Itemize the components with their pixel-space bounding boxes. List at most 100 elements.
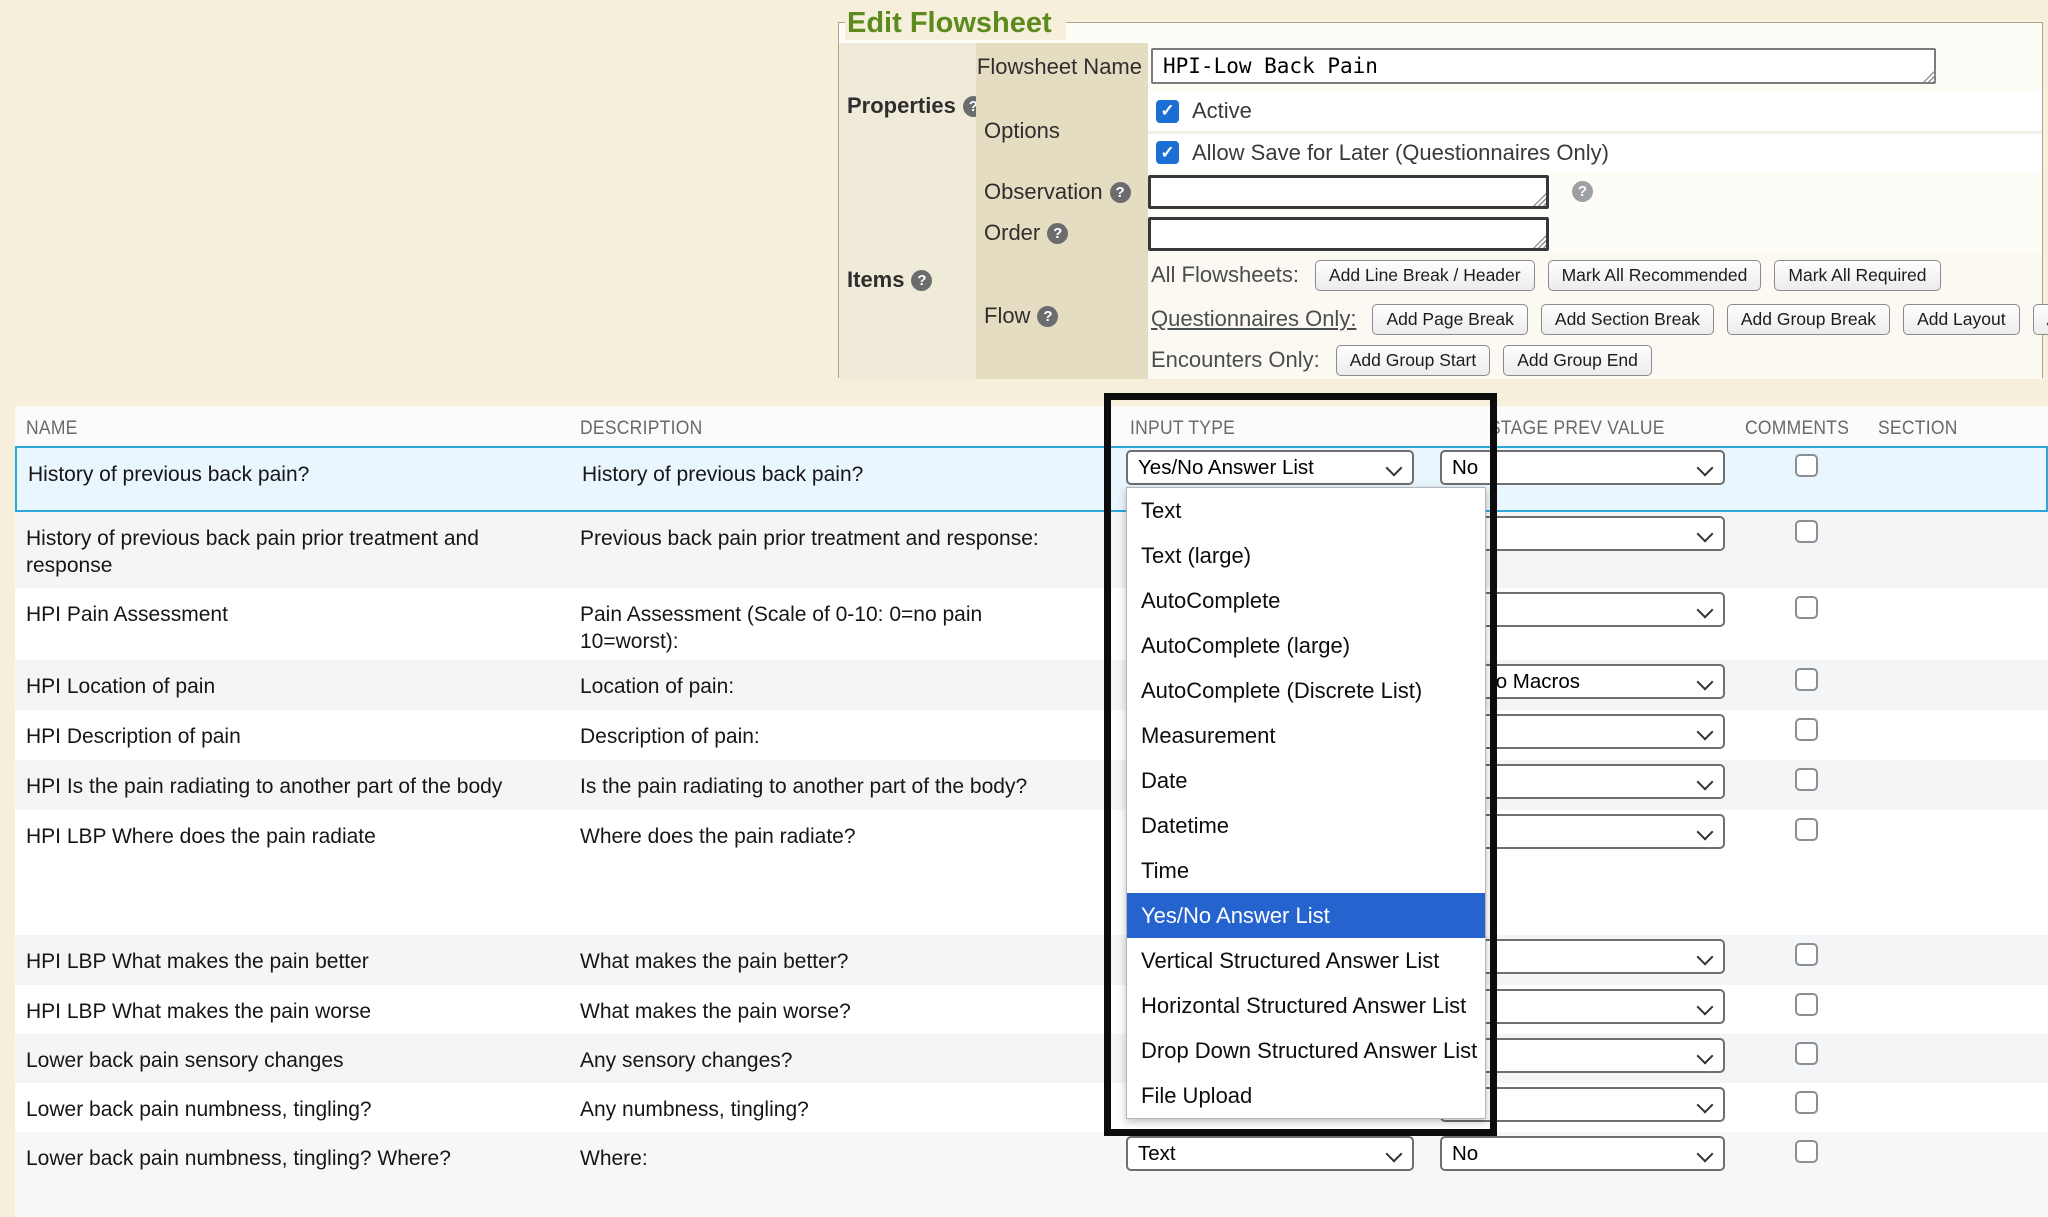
allow-save-checkbox[interactable]: ✓ [1156, 141, 1179, 164]
comments-checkbox[interactable] [1795, 596, 1818, 619]
flowsheet-name-input[interactable]: HPI-Low Back Pain [1151, 48, 1936, 84]
comments-checkbox[interactable] [1795, 818, 1818, 841]
comments-checkbox[interactable] [1795, 1140, 1818, 1163]
table-row[interactable]: History of previous back pain? History o… [15, 446, 2048, 512]
dropdown-option[interactable]: Horizontal Structured Answer List [1127, 983, 1485, 1028]
table-row[interactable]: HPI LBP What makes the pain better What … [15, 935, 2048, 985]
row-description: Any sensory changes? [580, 1034, 1060, 1074]
order-input[interactable] [1148, 217, 1549, 251]
chevron-down-icon [1697, 526, 1714, 543]
table-row[interactable]: Lower back pain sensory changes Any sens… [15, 1034, 2048, 1083]
help-icon[interactable]: ? [1037, 306, 1058, 327]
col-header-comments: COMMENTS [1745, 418, 1849, 440]
flow-label: Flow? [984, 303, 1058, 329]
comments-checkbox[interactable] [1795, 943, 1818, 966]
input-type-dropdown-list: Text Text (large) AutoComplete AutoCompl… [1126, 487, 1486, 1119]
row-description: Description of pain: [580, 710, 1060, 750]
observation-input[interactable] [1148, 175, 1549, 209]
comments-checkbox[interactable] [1795, 1042, 1818, 1065]
table-row[interactable]: HPI Pain Assessment Pain Assessment (Sca… [15, 588, 2048, 660]
table-row[interactable]: Lower back pain numbness, tingling? Wher… [15, 1132, 2048, 1217]
row-name: Lower back pain numbness, tingling? [26, 1083, 566, 1123]
options-label-cell: Options [976, 91, 1148, 171]
help-icon[interactable]: ? [1047, 223, 1068, 244]
row-description: Is the pain radiating to another part of… [580, 760, 1060, 800]
flow-row-questionnaires: Questionnaires Only: Add Page Break Add … [1148, 297, 2042, 341]
chevron-down-icon [1697, 949, 1714, 966]
row-description: Any numbness, tingling? [580, 1083, 1060, 1123]
dropdown-option-highlighted[interactable]: Yes/No Answer List [1127, 893, 1485, 938]
chevron-down-icon [1386, 1146, 1403, 1163]
dropdown-option[interactable]: AutoComplete (Discrete List) [1127, 668, 1485, 713]
dropdown-option[interactable]: File Upload [1127, 1073, 1485, 1118]
comments-checkbox[interactable] [1795, 1091, 1818, 1114]
dropdown-option[interactable]: Text (large) [1127, 533, 1485, 578]
check-icon: ✓ [1160, 143, 1174, 163]
mark-all-recommended-button[interactable]: Mark All Recommended [1548, 260, 1762, 291]
mark-all-required-button[interactable]: Mark All Required [1774, 260, 1940, 291]
table-row[interactable]: History of previous back pain prior trea… [15, 512, 2048, 588]
row-description: Location of pain: [580, 660, 1060, 700]
add-page-break-button[interactable]: Add Page Break [1372, 304, 1527, 335]
help-icon[interactable]: ? [1572, 181, 1593, 202]
help-icon[interactable]: ? [1110, 182, 1131, 203]
add-group-start-button[interactable]: Add Group Start [1336, 345, 1490, 376]
row-name: HPI LBP What makes the pain worse [26, 985, 566, 1025]
comments-checkbox[interactable] [1795, 768, 1818, 791]
dropdown-option[interactable]: AutoComplete [1127, 578, 1485, 623]
properties-cell: Properties? [839, 43, 976, 253]
add-group-end-button[interactable]: Add Group End [1503, 345, 1652, 376]
dropdown-option[interactable]: AutoComplete (large) [1127, 623, 1485, 668]
chevron-down-icon [1697, 999, 1714, 1016]
comments-checkbox[interactable] [1795, 668, 1818, 691]
row-description: Pain Assessment (Scale of 0-10: 0=no pai… [580, 588, 1060, 655]
allow-save-label: Allow Save for Later (Questionnaires Onl… [1192, 140, 1609, 166]
row-name: History of previous back pain? [28, 448, 568, 488]
help-icon[interactable]: ? [911, 270, 932, 291]
row-name: HPI LBP Where does the pain radiate [26, 810, 566, 850]
dropdown-option[interactable]: Datetime [1127, 803, 1485, 848]
flow-row-all-flowsheets: All Flowsheets: Add Line Break / Header … [1148, 253, 2042, 297]
table-row[interactable]: HPI Is the pain radiating to another par… [15, 760, 2048, 810]
items-cell: Items? [839, 253, 976, 379]
add-group-break-button[interactable]: Add Group Break [1727, 304, 1890, 335]
add-line-break-header-button[interactable]: Add Line Break / Header [1315, 260, 1535, 291]
row-name: History of previous back pain prior trea… [26, 512, 566, 579]
dropdown-option[interactable]: Drop Down Structured Answer List [1127, 1028, 1485, 1073]
row-name: HPI LBP What makes the pain better [26, 935, 566, 975]
comments-checkbox[interactable] [1795, 520, 1818, 543]
stage-prev-value-select[interactable]: No [1440, 1136, 1725, 1171]
row-description: Where: [580, 1132, 1060, 1172]
items-label: Items? [847, 267, 976, 293]
table-row[interactable]: Lower back pain numbness, tingling? Any … [15, 1083, 2048, 1132]
col-header-name: NAME [26, 418, 78, 440]
chevron-down-icon [1697, 1048, 1714, 1065]
questionnaires-only-label: Questionnaires Only: [1151, 306, 1356, 332]
chevron-down-icon [1386, 460, 1403, 477]
table-row[interactable]: HPI LBP What makes the pain worse What m… [15, 985, 2048, 1034]
table-row[interactable]: HPI Location of pain Location of pain: t… [15, 660, 2048, 710]
table-row[interactable]: HPI LBP Where does the pain radiate Wher… [15, 810, 2048, 935]
add-section-break-button[interactable]: Add Section Break [1541, 304, 1714, 335]
active-checkbox[interactable]: ✓ [1156, 100, 1179, 123]
stage-prev-value-select[interactable]: No [1440, 450, 1725, 485]
input-type-select[interactable]: Yes/No Answer List [1126, 450, 1414, 485]
flow-row-encounters: Encounters Only: Add Group Start Add Gro… [1148, 341, 2042, 379]
flowsheet-name-label: Flowsheet Name [977, 54, 1142, 80]
chevron-down-icon [1697, 824, 1714, 841]
dropdown-option[interactable]: Vertical Structured Answer List [1127, 938, 1485, 983]
input-type-select[interactable]: Text [1126, 1136, 1414, 1171]
col-header-description: DESCRIPTION [580, 418, 703, 440]
add-scriptlet-button[interactable]: Add Scriptlet [2033, 304, 2048, 335]
comments-checkbox[interactable] [1795, 993, 1818, 1016]
dropdown-option[interactable]: Measurement [1127, 713, 1485, 758]
table-row[interactable]: HPI Description of pain Description of p… [15, 710, 2048, 760]
dropdown-option[interactable]: Time [1127, 848, 1485, 893]
comments-checkbox[interactable] [1795, 454, 1818, 477]
dropdown-option[interactable]: Text [1127, 488, 1485, 533]
col-header-input-type: INPUT TYPE [1130, 418, 1235, 440]
add-layout-button[interactable]: Add Layout [1903, 304, 2020, 335]
dropdown-option[interactable]: Date [1127, 758, 1485, 803]
col-header-stage-prev-value: STAGE PREV VALUE [1489, 418, 1665, 440]
comments-checkbox[interactable] [1795, 718, 1818, 741]
